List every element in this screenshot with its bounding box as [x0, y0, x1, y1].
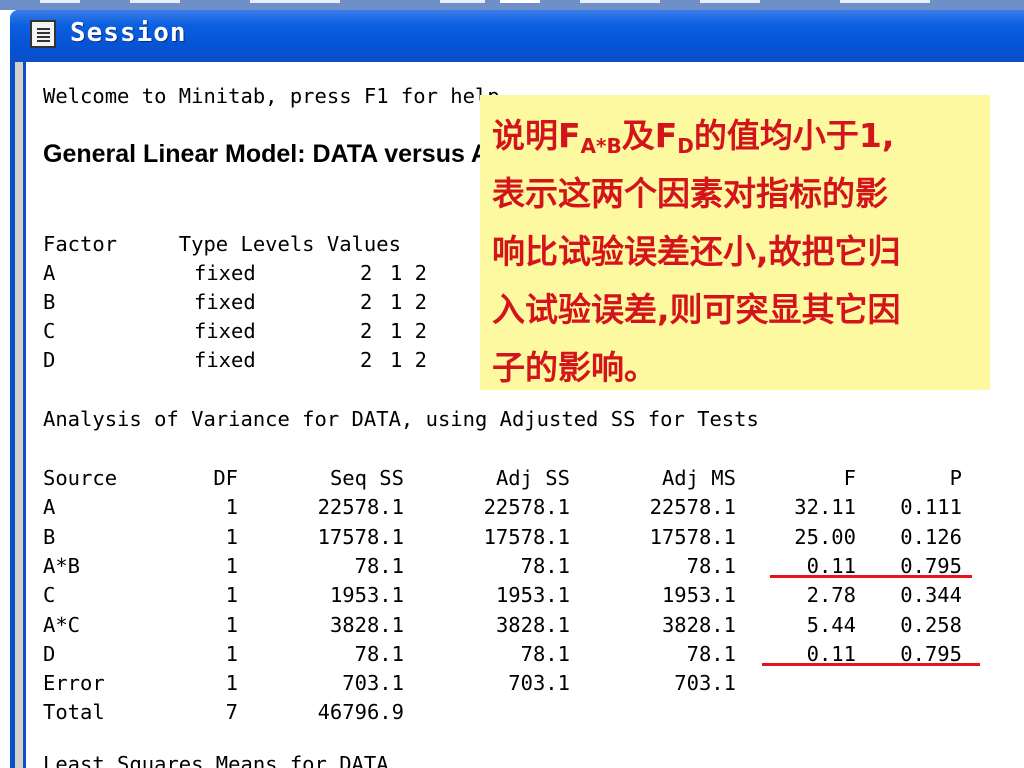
annotation-line-5: 子的影响。	[492, 348, 657, 387]
anova-row-df-cell: 1	[225, 583, 238, 607]
anova-row-df-cell: 1	[225, 495, 238, 519]
anova-row-seq-ss-cell: 1953.1	[329, 583, 404, 607]
factor-values: 1 2	[390, 290, 428, 314]
anova-row-seq-ss-cell: 17578.1	[317, 525, 404, 549]
strip-segment	[840, 0, 930, 3]
anova-row-seq-ss-cell: 3828.1	[329, 613, 404, 637]
factor-values: 1 2	[390, 348, 428, 372]
anova-row-p-cell: 0.111	[900, 495, 962, 519]
anova-header-source: Source	[43, 466, 118, 490]
anova-row-adj-ss-cell: 17578.1	[483, 525, 570, 549]
annotation-callout: 说明FA*B及FD的值均小于1, 表示这两个因素对指标的影 响比试验误差还小,故…	[480, 95, 990, 390]
factor-type: fixed	[194, 290, 256, 314]
factor-name: A	[43, 261, 56, 285]
factor-type: fixed	[194, 319, 256, 343]
anova-row-source-cell: A*B	[43, 554, 81, 578]
anova-row-p-cell: 0.126	[900, 525, 962, 549]
welcome-line: Welcome to Minitab, press F1 for help.	[43, 84, 512, 108]
anova-row-f-cell: 2.78	[806, 583, 856, 607]
anova-row-f-cell: 5.44	[806, 613, 856, 637]
strip-segment	[250, 0, 340, 3]
factor-values: 1 2	[390, 261, 428, 285]
anova-row-df-cell: 1	[225, 642, 238, 666]
anova-header-df: DF	[213, 466, 238, 490]
anova-header-f: F	[843, 466, 856, 490]
factor-name: D	[43, 348, 56, 372]
anova-row-seq-ss-cell: 22578.1	[317, 495, 404, 519]
anova-row-adj-ss-cell: 22578.1	[483, 495, 570, 519]
session-window-icon[interactable]	[30, 20, 56, 48]
anova-row-df-cell: 1	[225, 525, 238, 549]
strip-segment	[500, 0, 540, 3]
anova-header-seq-ss: Seq SS	[329, 466, 404, 490]
window-title: Session	[70, 18, 187, 48]
anova-row-seq-ss-cell: 78.1	[354, 642, 404, 666]
least-squares-heading: Least Squares Means for DATA	[43, 752, 389, 768]
window-left-border	[10, 62, 26, 768]
annotation-line-1: 说明FA*B及FD的值均小于1,	[492, 116, 895, 158]
factor-levels: 2	[360, 261, 373, 285]
anova-header-adj-ss: Adj SS	[495, 466, 570, 490]
top-strip	[0, 0, 1024, 10]
highlight-underline-axb	[770, 575, 972, 578]
anova-row-adj-ms-cell: 78.1	[686, 554, 736, 578]
anova-row-adj-ms-cell: 17578.1	[649, 525, 736, 549]
strip-segment	[130, 0, 180, 3]
anova-row-adj-ms-cell: 22578.1	[649, 495, 736, 519]
factor-levels: 2	[360, 290, 373, 314]
anova-row-source-cell: Error	[43, 671, 105, 695]
anova-row-adj-ms-cell: 1953.1	[661, 583, 736, 607]
anova-header-p: P	[949, 466, 962, 490]
anova-row-adj-ms-cell: 703.1	[674, 671, 736, 695]
strip-segment	[440, 0, 485, 3]
factor-name: C	[43, 319, 56, 343]
anova-row-source-cell: A*C	[43, 613, 81, 637]
anova-row-seq-ss-cell: 703.1	[342, 671, 404, 695]
anova-row-adj-ss-cell: 78.1	[520, 642, 570, 666]
anova-row-adj-ss-cell: 78.1	[520, 554, 570, 578]
anova-row-f-cell: 25.00	[794, 525, 856, 549]
factor-values: 1 2	[390, 319, 428, 343]
anova-row-df-cell: 7	[225, 700, 238, 724]
highlight-underline-d	[762, 663, 980, 666]
factor-name: B	[43, 290, 56, 314]
factor-table-header: Factor Type Levels Values	[43, 232, 401, 256]
session-title-bar[interactable]: Session	[10, 10, 1024, 62]
anova-row-df-cell: 1	[225, 671, 238, 695]
anova-row-source-cell: B	[43, 525, 56, 549]
anova-row-source-cell: Total	[43, 700, 105, 724]
anova-row-source-cell: C	[43, 583, 56, 607]
factor-type: fixed	[194, 261, 256, 285]
anova-row-df-cell: 1	[225, 613, 238, 637]
anova-row-p-cell: 0.258	[900, 613, 962, 637]
annotation-line-4: 入试验误差,则可突显其它因	[492, 290, 901, 329]
anova-row-adj-ss-cell: 3828.1	[495, 613, 570, 637]
strip-segment	[700, 0, 760, 3]
annotation-line-3: 响比试验误差还小,故把它归	[492, 232, 901, 271]
anova-row-p-cell: 0.344	[900, 583, 962, 607]
anova-row-adj-ms-cell: 78.1	[686, 642, 736, 666]
anova-row-df-cell: 1	[225, 554, 238, 578]
factor-levels: 2	[360, 319, 373, 343]
anova-row-source-cell: D	[43, 642, 56, 666]
factor-levels: 2	[360, 348, 373, 372]
strip-segment	[580, 0, 660, 3]
annotation-line-2: 表示这两个因素对指标的影	[492, 174, 888, 213]
anova-row-adj-ms-cell: 3828.1	[661, 613, 736, 637]
anova-row-seq-ss-cell: 46796.9	[317, 700, 404, 724]
anova-title: Analysis of Variance for DATA, using Adj…	[43, 407, 759, 431]
factor-type: fixed	[194, 348, 256, 372]
anova-row-f-cell: 32.11	[794, 495, 856, 519]
anova-header-adj-ms: Adj MS	[661, 466, 736, 490]
anova-row-seq-ss-cell: 78.1	[354, 554, 404, 578]
anova-row-adj-ss-cell: 1953.1	[495, 583, 570, 607]
anova-row-source-cell: A	[43, 495, 56, 519]
strip-segment	[40, 0, 80, 3]
anova-row-adj-ss-cell: 703.1	[508, 671, 570, 695]
